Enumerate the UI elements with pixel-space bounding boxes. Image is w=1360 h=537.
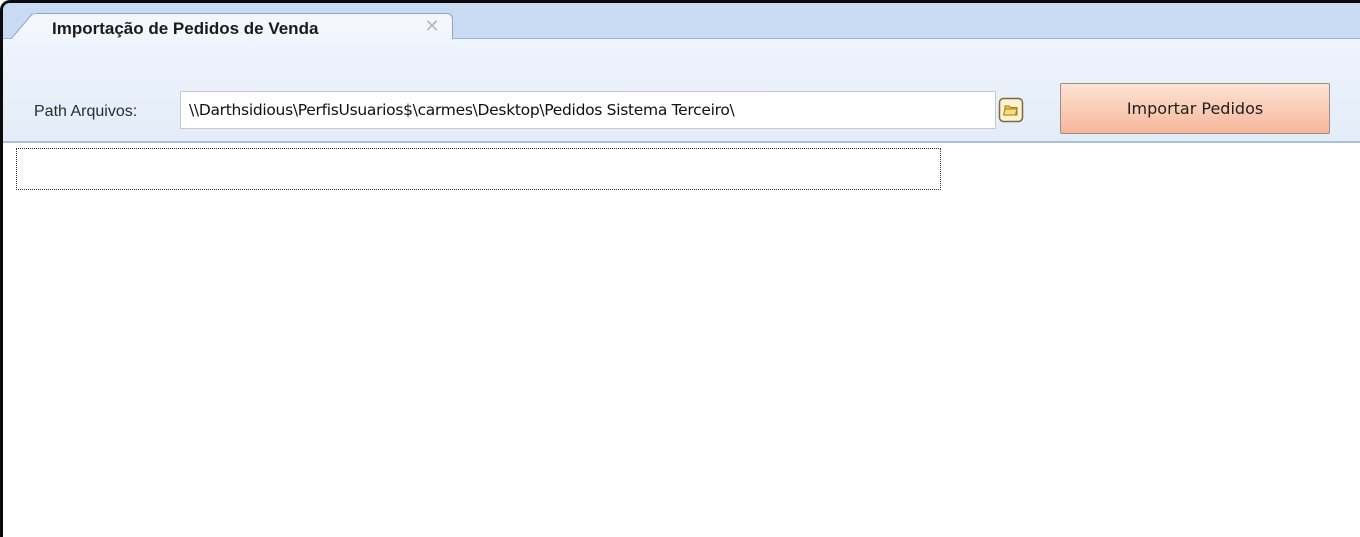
path-arquivos-field[interactable] bbox=[180, 91, 996, 129]
folder-icon bbox=[998, 97, 1024, 123]
tab-title: Importação de Pedidos de Venda bbox=[52, 19, 319, 38]
import-orders-window: Importação de Pedidos de Venda ✕ Path Ar… bbox=[0, 0, 1360, 537]
tab-importacao-pedidos[interactable]: Importação de Pedidos de Venda ✕ bbox=[33, 13, 453, 39]
path-arquivos-label: Path Arquivos: bbox=[34, 103, 138, 120]
tab-strip: Importação de Pedidos de Venda ✕ bbox=[3, 3, 1360, 39]
browse-folder-button[interactable] bbox=[998, 97, 1024, 123]
toolbar-divider bbox=[3, 141, 1360, 143]
importar-pedidos-button[interactable]: Importar Pedidos bbox=[1060, 83, 1330, 134]
orders-grid-area[interactable] bbox=[16, 148, 941, 190]
close-icon[interactable]: ✕ bbox=[423, 17, 441, 35]
